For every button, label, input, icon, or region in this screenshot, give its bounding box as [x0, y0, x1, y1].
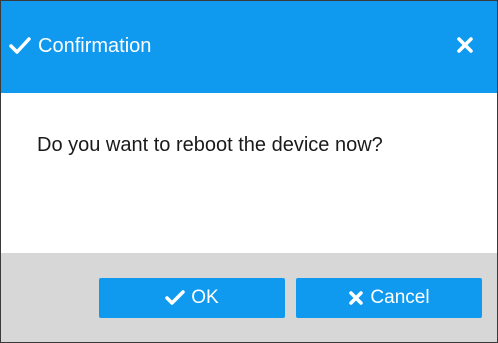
ok-button[interactable]: OK	[99, 278, 285, 318]
close-button[interactable]	[452, 34, 478, 60]
dialog-message: Do you want to reboot the device now?	[37, 134, 383, 156]
ok-button-label: OK	[191, 287, 219, 308]
dialog-body: Do you want to reboot the device now?	[1, 93, 497, 253]
checkmark-icon	[165, 290, 186, 306]
dialog-title: Confirmation	[38, 35, 152, 57]
confirmation-dialog: Confirmation Do you want to reboot the d…	[0, 0, 498, 343]
checkmark-icon	[9, 37, 31, 55]
close-icon	[456, 36, 474, 59]
cancel-button-label: Cancel	[370, 287, 430, 308]
close-icon	[348, 290, 364, 306]
cancel-button[interactable]: Cancel	[296, 278, 482, 318]
dialog-footer: OK Cancel	[1, 253, 497, 342]
dialog-titlebar: Confirmation	[1, 1, 497, 93]
